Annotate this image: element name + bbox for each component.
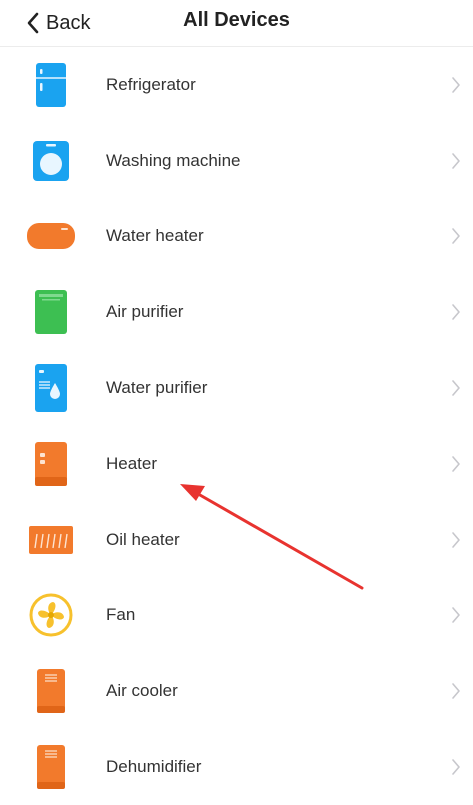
fan-icon bbox=[29, 593, 73, 637]
device-row-water-heater[interactable]: Water heater bbox=[0, 199, 473, 275]
oil-heater-icon bbox=[29, 525, 73, 554]
device-list: Refrigerator Washing machine Water heate… bbox=[0, 47, 473, 805]
device-label: Air purifier bbox=[106, 302, 184, 322]
device-row-air-purifier[interactable]: Air purifier bbox=[0, 274, 473, 350]
refrigerator-icon bbox=[36, 62, 66, 107]
chevron-right-icon bbox=[452, 152, 460, 169]
chevron-right-icon bbox=[452, 531, 460, 548]
heater-icon bbox=[35, 441, 67, 486]
device-label: Washing machine bbox=[106, 150, 241, 170]
device-row-oil-heater[interactable]: Oil heater bbox=[0, 502, 473, 578]
chevron-right-icon bbox=[452, 304, 460, 321]
device-label: Water heater bbox=[106, 226, 204, 246]
device-row-dehumidifier[interactable]: Dehumidifier bbox=[0, 729, 473, 805]
air-purifier-icon bbox=[35, 290, 67, 335]
device-row-washing-machine[interactable]: Washing machine bbox=[0, 123, 473, 199]
device-label: Fan bbox=[106, 605, 136, 625]
device-label: Water purifier bbox=[106, 378, 208, 398]
device-row-refrigerator[interactable]: Refrigerator bbox=[0, 47, 473, 123]
chevron-right-icon bbox=[452, 759, 460, 775]
device-row-heater[interactable]: Heater bbox=[0, 426, 473, 502]
chevron-right-icon bbox=[452, 228, 460, 245]
chevron-right-icon bbox=[452, 380, 460, 396]
device-row-fan[interactable]: Fan bbox=[0, 578, 473, 654]
chevron-right-icon bbox=[452, 456, 460, 472]
dehumidifier-icon bbox=[37, 745, 65, 790]
water-heater-icon bbox=[27, 223, 75, 250]
chevron-right-icon bbox=[452, 683, 460, 700]
air-cooler-icon bbox=[37, 669, 65, 714]
navigation-bar: Back All Devices bbox=[0, 0, 473, 47]
device-row-water-purifier[interactable]: Water purifier bbox=[0, 350, 473, 426]
device-label: Refrigerator bbox=[106, 74, 196, 94]
device-label: Air cooler bbox=[106, 681, 178, 701]
page-title: All Devices bbox=[183, 9, 290, 31]
chevron-right-icon bbox=[452, 607, 460, 624]
device-row-air-cooler[interactable]: Air cooler bbox=[0, 653, 473, 729]
device-label: Oil heater bbox=[106, 529, 180, 549]
device-label: Dehumidifier bbox=[106, 757, 202, 777]
washing-machine-icon bbox=[33, 140, 69, 181]
water-purifier-icon bbox=[35, 364, 67, 413]
device-label: Heater bbox=[106, 453, 158, 473]
chevron-right-icon bbox=[452, 77, 460, 93]
